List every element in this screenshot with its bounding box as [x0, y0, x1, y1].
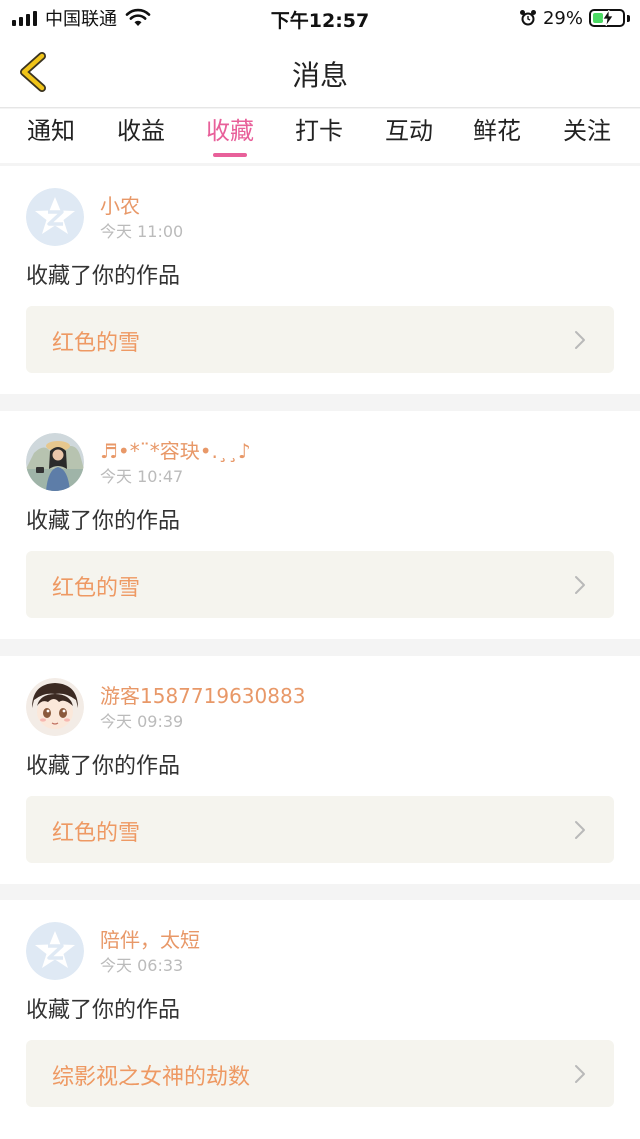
work-link[interactable]: 红色的雪 [26, 796, 614, 863]
work-title: 红色的雪 [52, 331, 141, 356]
tab-checkin[interactable]: 打卡 [284, 115, 354, 159]
chevron-right-icon [575, 576, 585, 594]
default-avatar-icon [26, 188, 84, 246]
work-link[interactable]: 红色的雪 [26, 551, 614, 618]
action-text: 收藏了你的作品 [26, 509, 181, 534]
chevron-right-icon [575, 1065, 585, 1083]
tab-favorites[interactable]: 收藏 [195, 115, 265, 159]
message-item: 陪伴，太短 今天 06:33 收藏了你的作品 综影视之女神的劫数 [0, 900, 640, 1139]
battery-tip [627, 14, 630, 22]
alarm-icon [519, 10, 536, 26]
work-title: 红色的雪 [52, 576, 141, 601]
work-title: 红色的雪 [52, 821, 141, 846]
tab-label: 关注 [563, 117, 611, 145]
default-avatar-icon [26, 922, 84, 980]
battery-percent: 29% [542, 7, 583, 29]
username[interactable]: 小农 [100, 190, 140, 219]
tab-flowers[interactable]: 鲜花 [462, 115, 532, 159]
avatar[interactable] [26, 433, 84, 491]
photo-avatar-icon [26, 433, 84, 491]
tab-label: 互动 [385, 117, 433, 145]
tab-interactions[interactable]: 互动 [374, 115, 444, 159]
work-link[interactable]: 综影视之女神的劫数 [26, 1040, 614, 1107]
work-title: 综影视之女神的劫数 [52, 1065, 251, 1090]
status-right: 29% [519, 6, 630, 30]
message-item: ♬•*¨*容玦•.¸¸♪ 今天 10:47 收藏了你的作品 红色的雪 [0, 411, 640, 639]
tab-label: 收益 [117, 117, 165, 145]
timestamp: 今天 09:39 [100, 712, 184, 731]
message-item: 小农 今天 11:00 收藏了你的作品 红色的雪 [0, 166, 640, 394]
timestamp: 今天 06:33 [100, 956, 184, 975]
active-tab-indicator [213, 153, 247, 157]
chevron-right-icon [575, 331, 585, 349]
avatar[interactable] [26, 188, 84, 246]
timestamp: 今天 10:47 [100, 467, 184, 486]
work-link[interactable]: 红色的雪 [26, 306, 614, 373]
tab-notifications[interactable]: 通知 [16, 115, 86, 159]
status-bar: 中国联通 下午12:57 29% [0, 0, 640, 36]
anime-avatar-icon [26, 678, 84, 736]
tab-earnings[interactable]: 收益 [106, 115, 176, 159]
action-text: 收藏了你的作品 [26, 264, 181, 289]
tab-label: 打卡 [295, 117, 343, 145]
avatar[interactable] [26, 678, 84, 736]
page-title: 消息 [291, 59, 348, 92]
action-text: 收藏了你的作品 [26, 998, 181, 1023]
tab-label: 鲜花 [473, 117, 521, 145]
avatar[interactable] [26, 922, 84, 980]
timestamp: 今天 11:00 [100, 222, 184, 241]
chevron-right-icon [575, 821, 585, 839]
message-item: 游客1587719630883 今天 09:39 收藏了你的作品 红色的雪 [0, 656, 640, 884]
tab-label: 通知 [27, 117, 75, 145]
username[interactable]: 游客1587719630883 [100, 680, 305, 709]
tab-follows[interactable]: 关注 [552, 115, 622, 159]
username[interactable]: 陪伴，太短 [100, 924, 200, 953]
battery-icon [589, 9, 625, 27]
action-text: 收藏了你的作品 [26, 754, 181, 779]
tab-label: 收藏 [206, 117, 254, 145]
tab-bar: 通知 收益 收藏 打卡 互动 鲜花 关注 [0, 109, 640, 163]
username[interactable]: ♬•*¨*容玦•.¸¸♪ [100, 435, 251, 464]
nav-bar: 消息 [0, 36, 640, 108]
